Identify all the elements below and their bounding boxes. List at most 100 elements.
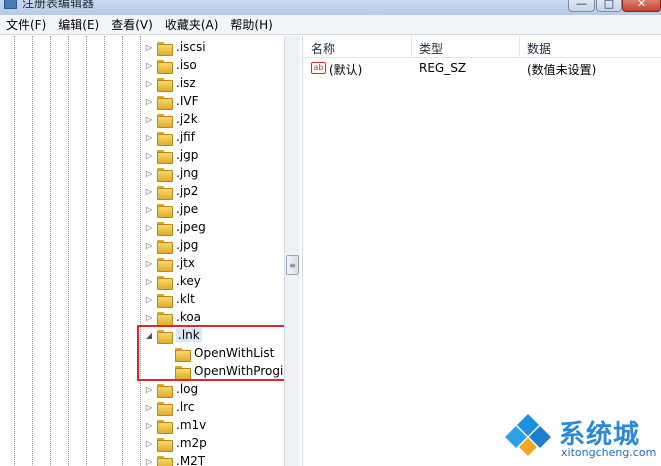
tree-guide-line (14, 36, 15, 466)
folder-icon (157, 239, 173, 254)
expand-arrow-icon[interactable]: ▷ (144, 223, 154, 232)
tree-guide-line (140, 36, 141, 466)
column-divider[interactable] (519, 36, 520, 58)
tree-node[interactable]: ▷ .M2T (144, 452, 205, 466)
expand-arrow-icon[interactable]: ▷ (144, 277, 154, 286)
tree-node[interactable]: ▷ .jpe (144, 200, 198, 218)
expand-arrow-icon[interactable]: ▷ (144, 151, 154, 160)
tree-node-label: .jp2 (176, 184, 199, 198)
tree-node-label: .isz (176, 76, 196, 90)
folder-icon (157, 311, 173, 326)
tree-node-label: .jpe (176, 202, 199, 216)
value-name: (默认) (329, 63, 363, 77)
tree-guide-line (32, 36, 33, 466)
scrollbar-thumb[interactable]: ≡ (286, 255, 299, 275)
folder-icon (157, 41, 173, 56)
value-type: REG_SZ (419, 61, 467, 75)
tree-node[interactable]: ▷ .jfif (144, 128, 195, 146)
registry-tree[interactable]: ▷ .iscsi ▷ .iso ▷ .isz ▷ .IVF ▷ .j2k ▷ .jfif ▷… (0, 36, 284, 466)
tree-node-label: .jng (176, 166, 199, 180)
tree-node[interactable]: ▷ .jpg (144, 236, 198, 254)
tree-node[interactable]: ▷ .klt (144, 290, 195, 308)
expand-arrow-icon[interactable]: ▷ (144, 313, 154, 322)
expand-arrow-icon[interactable]: ▷ (144, 97, 154, 106)
tree-node[interactable]: ▷ .iso (144, 56, 197, 74)
minimize-button[interactable]: — (568, 0, 595, 12)
tree-node[interactable]: ▷ .isz (144, 74, 196, 92)
tree-node[interactable]: ▷ .lrc (144, 398, 194, 416)
tree-node[interactable]: ▷ .log (144, 380, 198, 398)
menu-favorites[interactable]: 收藏夹(A) (165, 16, 219, 33)
expand-arrow-icon[interactable]: ▷ (144, 79, 154, 88)
tree-guide-line (122, 36, 123, 466)
expand-arrow-icon[interactable]: ▷ (144, 133, 154, 142)
expand-arrow-icon[interactable]: ▷ (144, 385, 154, 394)
expand-arrow-icon[interactable]: ▷ (144, 187, 154, 196)
tree-node-label: .log (176, 382, 199, 396)
tree-node[interactable]: ▷ .m2p (144, 434, 207, 452)
tree-node-label: .jpeg (176, 220, 206, 234)
expand-arrow-icon[interactable]: ▷ (144, 205, 154, 214)
column-header-name[interactable]: 名称 (311, 40, 335, 57)
tree-node-label: .jfif (176, 130, 195, 144)
list-header: 名称 类型 数据 (303, 36, 661, 58)
regedit-app-icon (4, 0, 17, 9)
highlight-annotation-box (137, 325, 288, 381)
menu-file[interactable]: 文件(F) (6, 16, 46, 33)
expand-arrow-icon[interactable]: ▷ (144, 259, 154, 268)
tree-node[interactable]: ▷ .m1v (144, 416, 206, 434)
folder-icon (157, 167, 173, 182)
expand-arrow-icon[interactable]: ▷ (144, 439, 154, 448)
column-header-data[interactable]: 数据 (527, 40, 551, 57)
menu-help[interactable]: 帮助(H) (230, 16, 272, 33)
tree-node[interactable]: ▷ .jtx (144, 254, 195, 272)
expand-arrow-icon[interactable]: ▷ (144, 61, 154, 70)
tree-guide-line (86, 36, 87, 466)
tree-node-label: .jgp (176, 148, 199, 162)
tree-node-label: .j2k (176, 112, 198, 126)
column-divider[interactable] (411, 36, 412, 58)
watermark-logo-icon (505, 414, 551, 456)
tree-node[interactable]: ▷ .key (144, 272, 201, 290)
tree-node[interactable]: ▷ .jpeg (144, 218, 206, 236)
window-title: 注册表编辑器 (22, 0, 95, 10)
tree-guide-line (104, 36, 105, 466)
tree-node[interactable]: ▷ .IVF (144, 92, 198, 110)
expand-arrow-icon[interactable]: ▷ (144, 241, 154, 250)
tree-node-label: .klt (176, 292, 195, 306)
tree-node[interactable]: ▷ .jng (144, 164, 198, 182)
maximize-button[interactable]: □ (596, 0, 622, 12)
tree-node[interactable]: ▷ .jp2 (144, 182, 198, 200)
tree-node-label: .key (176, 274, 201, 288)
tree-scrollbar[interactable]: ≡ (284, 36, 300, 466)
tree-node-label: .iscsi (176, 40, 206, 54)
column-header-type[interactable]: 类型 (419, 40, 443, 57)
values-list[interactable]: 名称 类型 数据 ab (默认) REG_SZ (数值未设置) (302, 36, 661, 466)
folder-icon (157, 221, 173, 236)
expand-arrow-icon[interactable]: ▷ (144, 295, 154, 304)
watermark: 系统城 xitongcheng.com (505, 412, 656, 462)
expand-arrow-icon[interactable]: ▷ (144, 115, 154, 124)
value-row[interactable]: ab (默认) REG_SZ (数值未设置) (303, 60, 661, 78)
tree-node-label: .koa (176, 310, 202, 324)
expand-arrow-icon[interactable]: ▷ (144, 169, 154, 178)
tree-node[interactable]: ▷ .koa (144, 308, 201, 326)
folder-icon (157, 203, 173, 218)
tree-node[interactable]: ▷ .jgp (144, 146, 198, 164)
menu-edit[interactable]: 编辑(E) (58, 16, 99, 33)
title-bar: 注册表编辑器 — □ ✕ (0, 0, 661, 15)
folder-icon (157, 113, 173, 128)
expand-arrow-icon[interactable]: ▷ (144, 403, 154, 412)
expand-arrow-icon[interactable]: ▷ (144, 43, 154, 52)
tree-node-label: .IVF (176, 94, 199, 108)
close-button[interactable]: ✕ (622, 0, 661, 12)
tree-node[interactable]: ▷ .iscsi (144, 38, 206, 56)
tree-node[interactable]: ▷ .j2k (144, 110, 198, 128)
folder-icon (157, 257, 173, 272)
menu-view[interactable]: 查看(V) (111, 16, 153, 33)
folder-icon (157, 293, 173, 308)
folder-icon (157, 401, 173, 416)
expand-arrow-icon[interactable]: ▷ (144, 421, 154, 430)
expand-arrow-icon[interactable]: ▷ (144, 457, 154, 466)
tree-node-label: .m2p (176, 436, 207, 450)
